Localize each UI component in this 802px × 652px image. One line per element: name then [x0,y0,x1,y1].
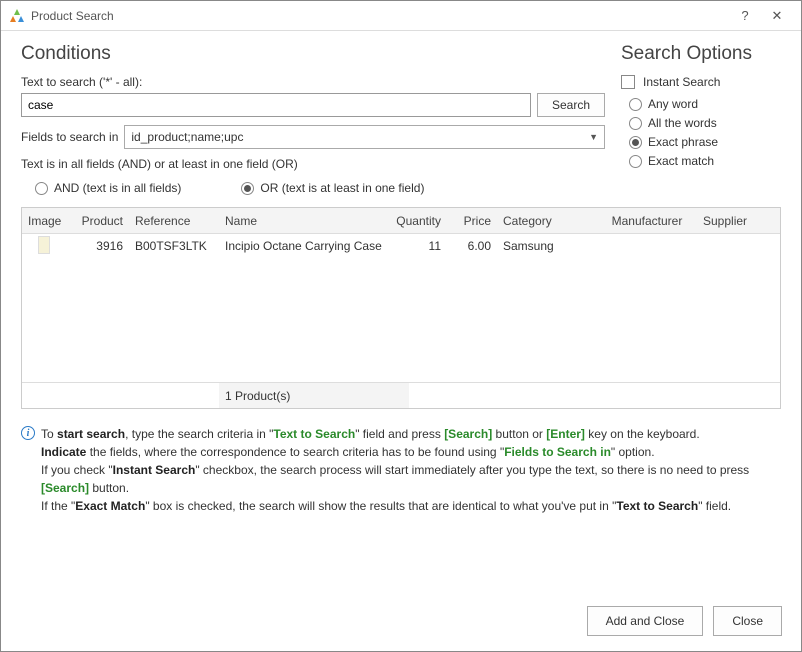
options-heading: Search Options [621,43,781,65]
cell-reference: B00TSF3LTK [129,239,219,253]
radio-icon [629,155,642,168]
col-manufacturer[interactable]: Manufacturer [597,214,697,228]
radio-icon [35,182,48,195]
col-product[interactable]: Product [74,214,129,228]
checkbox-icon [621,75,635,89]
add-and-close-button[interactable]: Add and Close [587,606,704,636]
mode-all-words-radio[interactable]: All the words [629,116,781,130]
mode-all-words-label: All the words [648,116,717,130]
cell-category: Samsung [497,239,597,253]
text-search-input[interactable] [21,93,531,117]
radio-icon [629,117,642,130]
results-grid: Image Product Reference Name Quantity Pr… [21,207,781,409]
radio-icon [629,98,642,111]
instant-search-checkbox[interactable]: Instant Search [621,75,781,89]
col-reference[interactable]: Reference [129,214,219,228]
fields-value: id_product;name;upc [131,130,589,144]
col-supplier[interactable]: Supplier [697,214,767,228]
mode-exact-phrase-label: Exact phrase [648,135,718,149]
mode-exact-match-label: Exact match [648,154,714,168]
radio-icon [629,136,642,149]
fields-label: Fields to search in [21,130,118,144]
radio-icon [241,182,254,195]
or-label: OR (text is at least in one field) [260,181,424,195]
and-label: AND (text is in all fields) [54,181,181,195]
text-search-label: Text to search ('*' - all): [21,75,605,89]
mode-any-word-label: Any word [648,97,698,111]
col-price[interactable]: Price [447,214,497,228]
cell-price: 6.00 [447,239,497,253]
info-text: To start search, type the search criteri… [41,425,781,515]
col-image[interactable]: Image [22,214,74,228]
col-quantity[interactable]: Quantity [389,214,447,228]
search-button[interactable]: Search [537,93,605,117]
mode-exact-match-radio[interactable]: Exact match [629,154,781,168]
window-title: Product Search [31,9,729,23]
app-icon [9,8,25,24]
col-name[interactable]: Name [219,214,389,228]
info-icon: i [21,426,35,440]
info-panel: i To start search, type the search crite… [21,425,781,515]
mode-exact-phrase-radio[interactable]: Exact phrase [629,135,781,149]
product-thumb [38,236,50,254]
close-button[interactable]: Close [713,606,782,636]
cell-quantity: 11 [389,239,447,253]
close-window-button[interactable]: ✕ [761,8,793,24]
mode-any-word-radio[interactable]: Any word [629,97,781,111]
grid-footer: 1 Product(s) [22,382,780,408]
logic-label: Text is in all fields (AND) or at least … [21,157,605,171]
instant-search-label: Instant Search [643,75,720,89]
logic-and-radio[interactable]: AND (text is in all fields) [35,181,181,195]
cell-name: Incipio Octane Carrying Case [219,239,389,253]
result-count: 1 Product(s) [219,383,409,408]
logic-or-radio[interactable]: OR (text is at least in one field) [241,181,424,195]
help-button[interactable]: ? [729,8,761,23]
cell-product: 3916 [74,239,129,253]
col-category[interactable]: Category [497,214,597,228]
fields-select[interactable]: id_product;name;upc ▼ [124,125,605,149]
conditions-heading: Conditions [21,43,605,65]
chevron-down-icon: ▼ [589,132,598,142]
table-row[interactable]: 3916 B00TSF3LTK Incipio Octane Carrying … [22,234,780,258]
grid-body: 3916 B00TSF3LTK Incipio Octane Carrying … [22,234,780,382]
grid-header: Image Product Reference Name Quantity Pr… [22,208,780,234]
title-bar: Product Search ? ✕ [1,1,801,31]
